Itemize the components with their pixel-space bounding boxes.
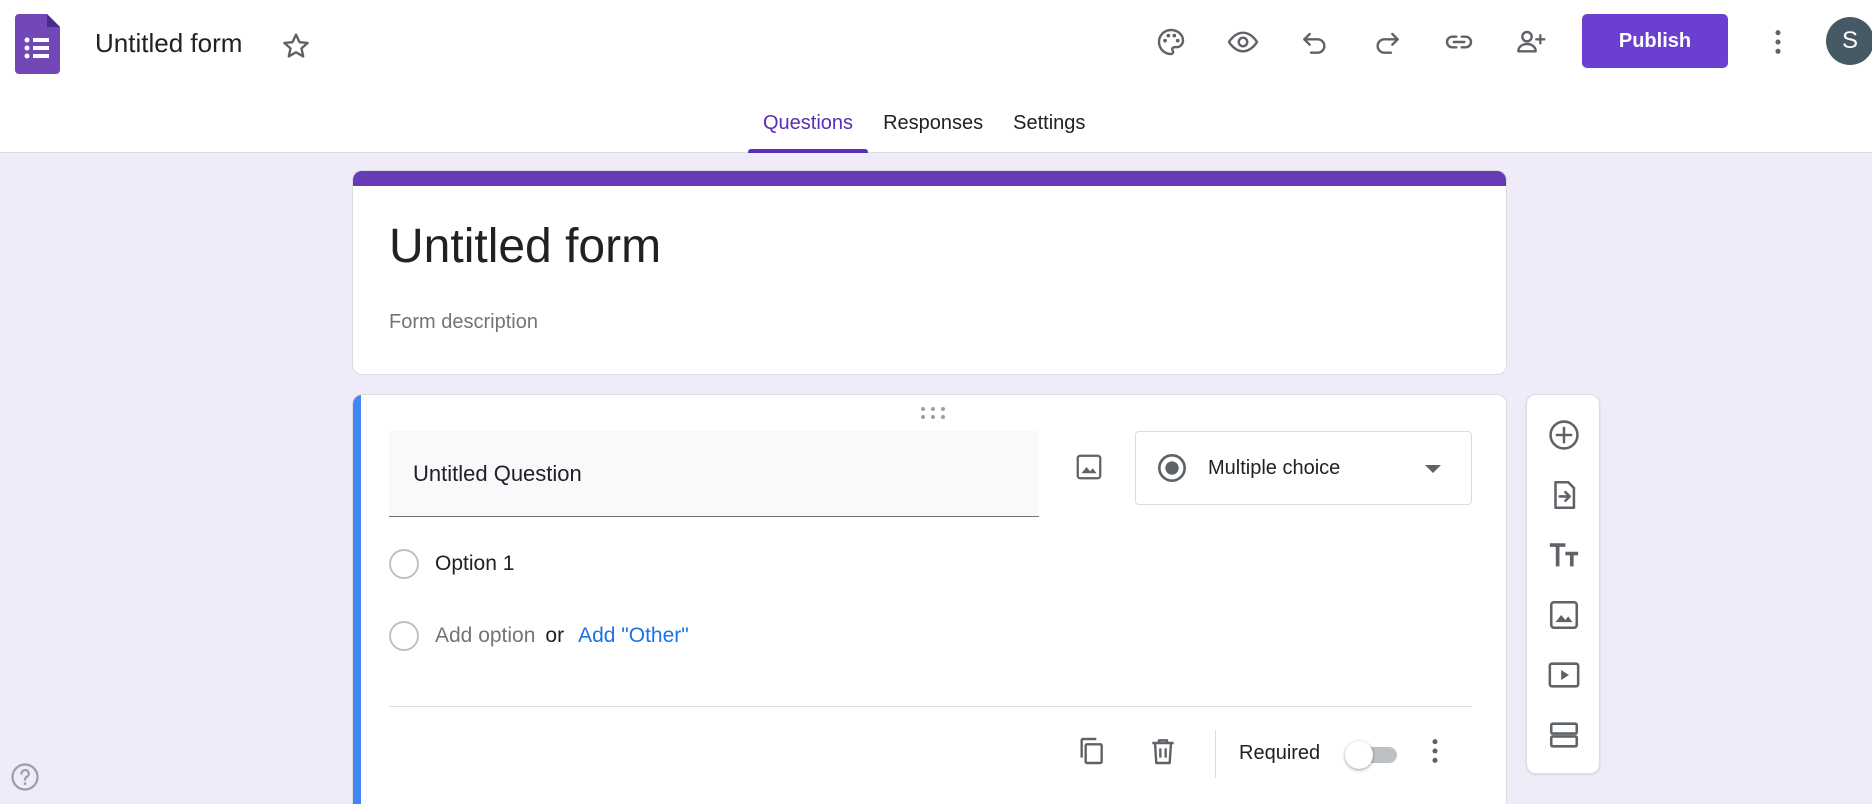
add-question-icon (1549, 420, 1579, 450)
more-options-button[interactable] (1754, 18, 1802, 66)
help-icon[interactable] (10, 762, 40, 792)
question-more-options-button[interactable] (1411, 727, 1459, 775)
question-card[interactable]: Untitled Question Multiple choice Option… (352, 394, 1507, 804)
toggle-knob (1345, 741, 1373, 769)
forms-logo-icon[interactable] (15, 14, 60, 74)
preview-button[interactable] (1219, 18, 1267, 66)
floating-toolbar (1526, 394, 1600, 774)
add-section-button[interactable] (1540, 711, 1588, 759)
account-avatar[interactable]: S (1826, 17, 1872, 65)
more-vert-icon (1432, 739, 1438, 763)
radio-circle-icon (389, 549, 419, 579)
document-title[interactable]: Untitled form (95, 28, 242, 59)
delete-button[interactable] (1139, 727, 1187, 775)
add-video-button[interactable] (1540, 651, 1588, 699)
customize-theme-button[interactable] (1147, 18, 1195, 66)
add-image-icon (1549, 600, 1579, 630)
option-row[interactable]: Option 1 (389, 549, 514, 579)
import-questions-icon (1554, 480, 1576, 510)
question-title-input[interactable]: Untitled Question (389, 431, 1039, 517)
add-collaborator-icon (1517, 30, 1546, 53)
add-option-row: Add option or Add "Other" (389, 621, 689, 651)
tab-responses[interactable]: Responses (868, 108, 998, 153)
more-vert-icon (1775, 30, 1781, 54)
form-tabs: Questions Responses Settings (748, 108, 1100, 153)
link-icon (1445, 35, 1473, 49)
drag-handle-icon[interactable] (918, 405, 948, 421)
palette-icon (1157, 28, 1185, 56)
copy-link-button[interactable] (1435, 18, 1483, 66)
add-other-link[interactable]: Add "Other" (578, 624, 689, 648)
app-header: Untitled form Publish S Questions Respon… (0, 0, 1872, 153)
question-type-label: Multiple choice (1208, 456, 1341, 479)
required-toggle[interactable] (1345, 741, 1397, 769)
footer-divider (389, 706, 1472, 707)
add-collaborators-button[interactable] (1507, 18, 1555, 66)
add-image-to-question-button[interactable] (1065, 443, 1113, 491)
theme-accent-bar (353, 171, 1506, 186)
form-description-field[interactable]: Form description (389, 311, 538, 334)
add-title-button[interactable] (1540, 531, 1588, 579)
redo-button[interactable] (1363, 18, 1411, 66)
add-title-icon (1549, 543, 1579, 567)
footer-vertical-divider (1215, 730, 1216, 778)
import-questions-button[interactable] (1540, 471, 1588, 519)
add-image-button[interactable] (1540, 591, 1588, 639)
form-title[interactable]: Untitled form (389, 219, 661, 274)
chevron-down-icon (1425, 465, 1441, 473)
form-title-card[interactable]: Untitled form Form description (352, 170, 1507, 375)
add-section-icon (1549, 722, 1579, 748)
add-option-input[interactable]: Add option (435, 624, 535, 648)
publish-button[interactable]: Publish (1582, 14, 1728, 68)
undo-icon (1303, 32, 1326, 54)
question-type-dropdown[interactable]: Multiple choice (1135, 431, 1472, 505)
or-text: or (545, 624, 565, 647)
radio-circle-icon (389, 621, 419, 651)
active-question-indicator (353, 395, 361, 804)
preview-eye-icon (1227, 31, 1259, 53)
required-label: Required (1239, 742, 1321, 764)
undo-button[interactable] (1291, 18, 1339, 66)
add-video-icon (1548, 662, 1580, 688)
star-icon[interactable] (280, 30, 312, 62)
radio-button-checked-icon (1158, 454, 1186, 482)
tab-questions[interactable]: Questions (748, 108, 869, 153)
trash-icon (1152, 739, 1174, 765)
image-icon (1076, 454, 1102, 480)
tab-settings[interactable]: Settings (998, 108, 1100, 153)
copy-icon (1080, 737, 1103, 765)
redo-icon (1376, 32, 1399, 54)
add-question-button[interactable] (1540, 411, 1588, 459)
option-label[interactable]: Option 1 (435, 552, 514, 576)
duplicate-button[interactable] (1067, 727, 1115, 775)
